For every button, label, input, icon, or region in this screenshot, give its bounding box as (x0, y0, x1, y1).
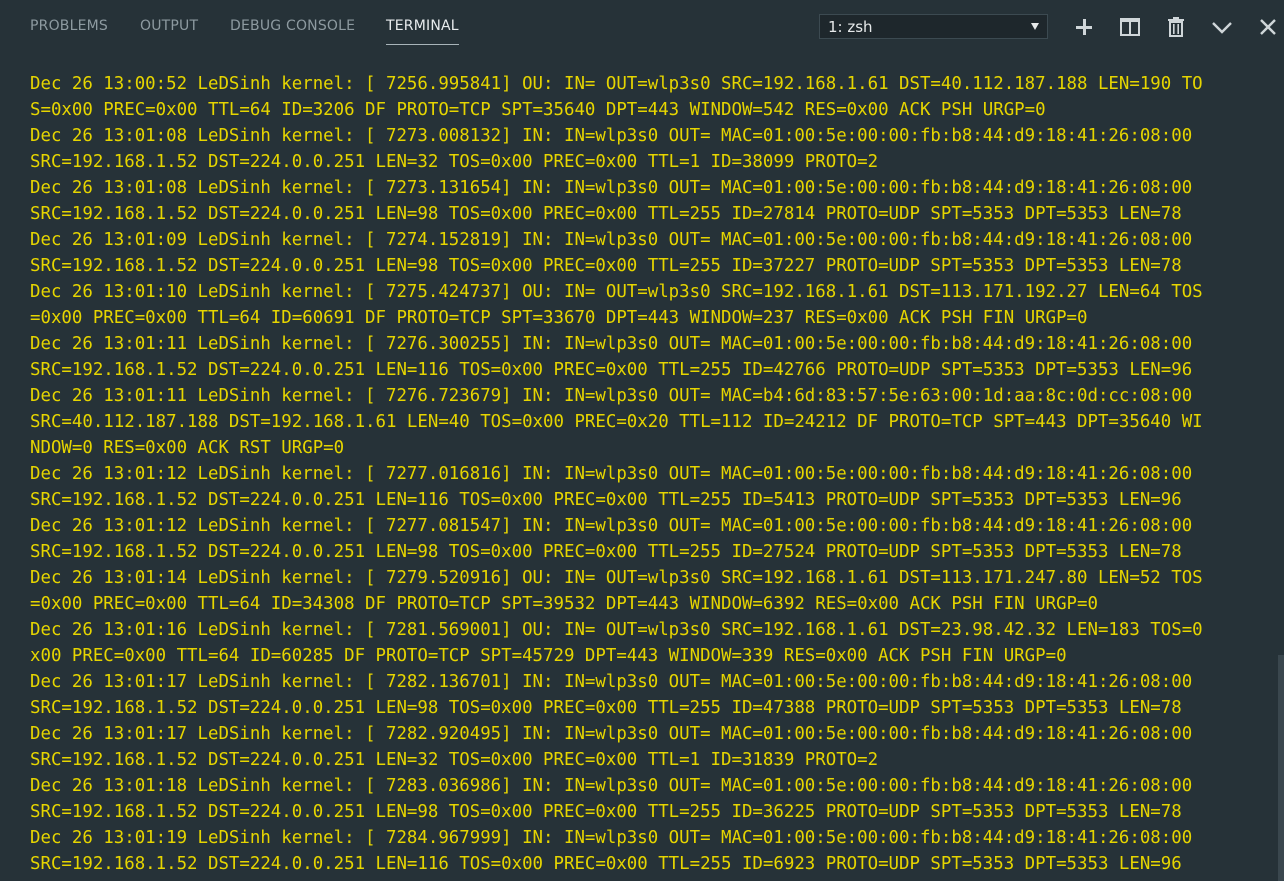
terminal-log-line: SRC=40.112.187.188 DST=192.168.1.61 LEN=… (30, 412, 1203, 432)
terminal-log-line: SRC=192.168.1.52 DST=224.0.0.251 LEN=116… (30, 854, 1182, 874)
tab-terminal[interactable]: TERMINAL (386, 16, 459, 45)
terminal-log-line: Dec 26 13:01:08 LeDSinh kernel: [ 7273.0… (30, 126, 1193, 146)
terminal-log-line: SRC=192.168.1.52 DST=224.0.0.251 LEN=98 … (30, 256, 1182, 276)
terminal-log-line: Dec 26 13:01:18 LeDSinh kernel: [ 7283.0… (30, 776, 1193, 796)
tab-problems[interactable]: PROBLEMS (30, 16, 108, 44)
split-terminal-button[interactable] (1117, 14, 1143, 40)
trash-icon (1168, 17, 1184, 37)
split-icon (1120, 18, 1140, 36)
terminal-log-line: Dec 26 13:01:19 LeDSinh kernel: [ 7284.9… (30, 828, 1193, 848)
chevron-down-icon (1212, 22, 1232, 34)
terminal-log-line: NDOW=0 RES=0x00 ACK RST URGP=0 (30, 438, 345, 458)
kill-terminal-button[interactable] (1163, 14, 1189, 40)
terminal-log-line: x00 PREC=0x00 TTL=64 ID=60285 DF PROTO=T… (30, 646, 1067, 666)
caret-down-icon (1031, 23, 1039, 30)
terminal-log-line: Dec 26 13:01:17 LeDSinh kernel: [ 7282.9… (30, 724, 1193, 744)
terminal-output[interactable]: Dec 26 13:00:52 LeDSinh kernel: [ 7256.9… (0, 52, 1284, 881)
terminal-log-line: SRC=192.168.1.52 DST=224.0.0.251 LEN=98 … (30, 204, 1182, 224)
terminal-log-line: SRC=192.168.1.52 DST=224.0.0.251 LEN=98 … (30, 802, 1182, 822)
terminal-log-line: SRC=192.168.1.52 DST=224.0.0.251 LEN=32 … (30, 750, 879, 770)
terminal-log-line: Dec 26 13:01:12 LeDSinh kernel: [ 7277.0… (30, 516, 1193, 536)
terminal-log-line: =0x00 PREC=0x00 TTL=64 ID=34308 DF PROTO… (30, 594, 1098, 614)
tab-output[interactable]: OUTPUT (140, 16, 198, 44)
terminal-log-line: SRC=192.168.1.52 DST=224.0.0.251 LEN=116… (30, 490, 1182, 510)
terminal-log-line: Dec 26 13:01:14 LeDSinh kernel: [ 7279.5… (30, 568, 1203, 588)
new-terminal-button[interactable] (1071, 14, 1097, 40)
terminal-log-line: Dec 26 13:01:08 LeDSinh kernel: [ 7273.1… (30, 178, 1193, 198)
maximize-panel-button[interactable] (1209, 14, 1235, 40)
terminal-log-line: Dec 26 13:01:12 LeDSinh kernel: [ 7277.0… (30, 464, 1193, 484)
terminal-log-line: Dec 26 13:01:17 LeDSinh kernel: [ 7282.1… (30, 672, 1193, 692)
terminal-log-line: =0x00 PREC=0x00 TTL=64 ID=60691 DF PROTO… (30, 308, 1088, 328)
close-panel-button[interactable] (1255, 14, 1281, 40)
plus-icon (1076, 19, 1092, 35)
terminal-log-line: Dec 26 13:01:10 LeDSinh kernel: [ 7275.4… (30, 282, 1203, 302)
terminal-log-line: Dec 26 13:01:11 LeDSinh kernel: [ 7276.7… (30, 386, 1193, 406)
terminal-log-line: Dec 26 13:01:11 LeDSinh kernel: [ 7276.3… (30, 334, 1193, 354)
panel-header: PROBLEMS OUTPUT DEBUG CONSOLE TERMINAL 1… (0, 0, 1284, 52)
terminal-log-line: SRC=192.168.1.52 DST=224.0.0.251 LEN=116… (30, 360, 1193, 380)
terminal-select-value: 1: zsh (828, 18, 873, 36)
terminal-log-line: Dec 26 13:00:52 LeDSinh kernel: [ 7256.9… (30, 74, 1203, 94)
log-lines: Dec 26 13:00:52 LeDSinh kernel: [ 7256.9… (30, 71, 1270, 877)
terminal-log-line: SRC=192.168.1.52 DST=224.0.0.251 LEN=98 … (30, 542, 1182, 562)
terminal-log-line: Dec 26 13:01:16 LeDSinh kernel: [ 7281.5… (30, 620, 1203, 640)
terminal-scrollbar[interactable] (1278, 655, 1284, 881)
close-icon (1260, 19, 1276, 35)
terminal-log-line: SRC=192.168.1.52 DST=224.0.0.251 LEN=98 … (30, 698, 1182, 718)
tab-debug-console[interactable]: DEBUG CONSOLE (230, 16, 355, 44)
terminal-log-line: S=0x00 PREC=0x00 TTL=64 ID=3206 DF PROTO… (30, 100, 1046, 120)
terminal-select[interactable]: 1: zsh (819, 14, 1048, 39)
terminal-log-line: SRC=192.168.1.52 DST=224.0.0.251 LEN=32 … (30, 152, 879, 172)
terminal-log-line: Dec 26 13:01:09 LeDSinh kernel: [ 7274.1… (30, 230, 1193, 250)
